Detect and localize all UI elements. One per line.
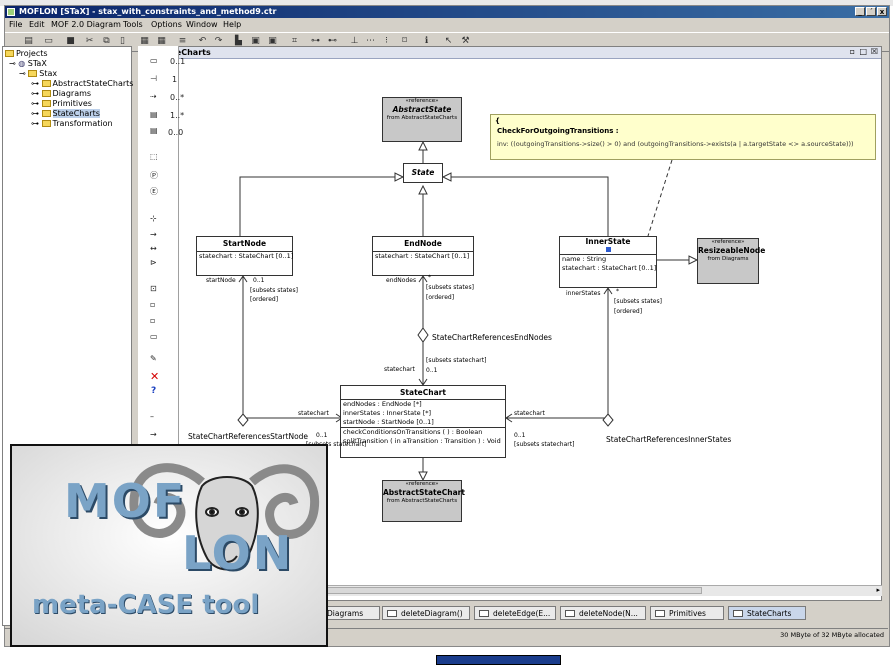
menu-edit[interactable]: Edit — [29, 19, 45, 30]
diagram-icon — [565, 610, 575, 617]
mult-01-tool[interactable]: 0..1 — [170, 57, 185, 66]
attribute-tool-icon[interactable]: ▫ — [150, 300, 155, 309]
logo-mof: MOF — [64, 474, 187, 528]
collapse-icon[interactable]: ⊶ — [31, 109, 42, 118]
tree-root[interactable]: Projects — [5, 49, 48, 59]
folder-icon — [41, 120, 51, 127]
tab-delete-edge[interactable]: deleteEdge(E... — [474, 606, 556, 620]
datatype-tool-icon[interactable]: ⬚ — [150, 152, 158, 161]
memory-status: 30 MByte of 32 MByte allocated — [780, 631, 884, 639]
typed-tool-icon[interactable]: ⊡ — [150, 284, 157, 293]
bidirectional-tool-icon[interactable]: ↔ — [150, 244, 157, 253]
association-tool-icon[interactable]: ⇢ — [150, 92, 157, 101]
scroll-thumb[interactable] — [272, 587, 702, 594]
mult-1n-tool[interactable]: 1..* — [170, 111, 184, 120]
primitive-tool-icon[interactable]: Ⓟ — [150, 170, 158, 181]
folder-icon — [41, 90, 51, 97]
tab-statecharts[interactable]: StateCharts — [728, 606, 806, 620]
dependency-tool-icon[interactable]: ⊹ — [150, 214, 157, 223]
diagram-icon — [655, 610, 665, 617]
line-tool-icon[interactable]: – — [150, 412, 154, 421]
menu-options[interactable]: Options — [151, 19, 182, 30]
expand-icon[interactable]: ⊸ — [9, 59, 18, 68]
menu-mof-diagram[interactable]: MOF 2.0 Diagram — [51, 19, 121, 30]
restore-button[interactable]: ´ — [866, 7, 876, 16]
diagram-icon — [479, 610, 489, 617]
moflon-logo: MOF LON meta-CASE tool — [10, 444, 328, 647]
tree-item-diagrams[interactable]: ⊶ Diagrams — [31, 89, 91, 99]
parameter-tool-icon[interactable]: ▭ — [150, 332, 158, 341]
menu-window[interactable]: Window — [186, 19, 218, 30]
collapse-icon[interactable]: ⊶ — [31, 119, 42, 128]
arrow-tool-icon[interactable]: → — [150, 230, 157, 239]
taskbar-button[interactable] — [436, 655, 561, 665]
tree-item-abstractstatecharts[interactable]: ⊶ AbstractStateCharts — [31, 79, 133, 89]
enum-tool-icon[interactable]: Ⓔ — [150, 186, 158, 197]
menu-file[interactable]: File — [9, 19, 22, 30]
tree-item-statecharts[interactable]: ⊶ StateCharts — [31, 109, 100, 119]
app-icon — [7, 8, 15, 16]
diagram-icon — [733, 610, 743, 617]
collapse-icon[interactable]: ⊶ — [31, 89, 42, 98]
help-tool-icon[interactable]: ? — [151, 386, 156, 396]
diagram-icon — [387, 610, 397, 617]
mult-1-tool[interactable]: 1 — [172, 75, 177, 84]
menu-tools[interactable]: Tools — [123, 19, 143, 30]
close-button[interactable]: x — [877, 7, 887, 16]
editor-header: StateCharts ▫ □ ☒ — [141, 47, 881, 59]
project-icon: ◍ — [18, 59, 28, 68]
mult-0n-tool[interactable]: 0..* — [170, 93, 184, 102]
minimize-button[interactable]: _ — [855, 7, 865, 16]
tab-delete-diagram[interactable]: deleteDiagram() — [382, 606, 470, 620]
folder-icon — [41, 110, 51, 117]
folder-icon — [41, 100, 51, 107]
menu-bar: File Edit MOF 2.0 Diagram Tools Options … — [5, 19, 889, 30]
tab-delete-node[interactable]: deleteNode(N... — [560, 606, 646, 620]
scroll-right-icon[interactable]: ▸ — [876, 586, 880, 594]
minimize-editor-icon[interactable]: ▫ — [850, 47, 855, 56]
generalization-tool-icon[interactable]: ⊣ — [150, 74, 157, 83]
tree-item-primitives[interactable]: ⊶ Primitives — [31, 99, 92, 109]
folder-icon — [28, 70, 38, 77]
logo-tagline: meta-CASE tool — [32, 590, 260, 620]
realization-tool-icon[interactable]: ⊳ — [150, 258, 157, 267]
mult-00-tool[interactable]: 0..0 — [168, 128, 183, 137]
class2-tool-icon[interactable]: ▤ — [150, 126, 158, 135]
arrow-small-tool-icon[interactable]: → — [150, 430, 157, 439]
logo-lon: LON — [182, 526, 294, 580]
window-title: MOFLON [STaX] - stax_with_constraints_an… — [19, 7, 277, 16]
package-tool-icon[interactable]: ▭ — [150, 56, 158, 65]
operation-tool-icon[interactable]: ▫ — [150, 316, 155, 325]
menu-help[interactable]: Help — [223, 19, 241, 30]
delete-tool-icon[interactable]: ✕ — [150, 370, 159, 383]
close-editor-icon[interactable]: ☒ — [871, 47, 878, 56]
maximize-editor-icon[interactable]: □ — [859, 47, 867, 56]
folder-icon — [41, 80, 51, 87]
tab-primitives[interactable]: Primitives — [650, 606, 724, 620]
folder-icon — [5, 50, 14, 57]
collapse-icon[interactable]: ⊶ — [31, 79, 42, 88]
tree-project[interactable]: ⊸ ◍ STaX — [9, 59, 47, 69]
tree-item-transformation[interactable]: ⊶ Transformation — [31, 119, 113, 129]
tree-package[interactable]: ⊸ Stax — [19, 69, 57, 79]
expand-icon[interactable]: ⊸ — [19, 69, 28, 78]
class-tool-icon[interactable]: ▤ — [150, 110, 158, 119]
collapse-icon[interactable]: ⊶ — [31, 99, 42, 108]
note-tool-icon[interactable]: ✎ — [150, 354, 157, 363]
title-bar: MOFLON [STaX] - stax_with_constraints_an… — [5, 6, 889, 18]
tab-diagrams[interactable]: Diagrams — [322, 606, 380, 620]
